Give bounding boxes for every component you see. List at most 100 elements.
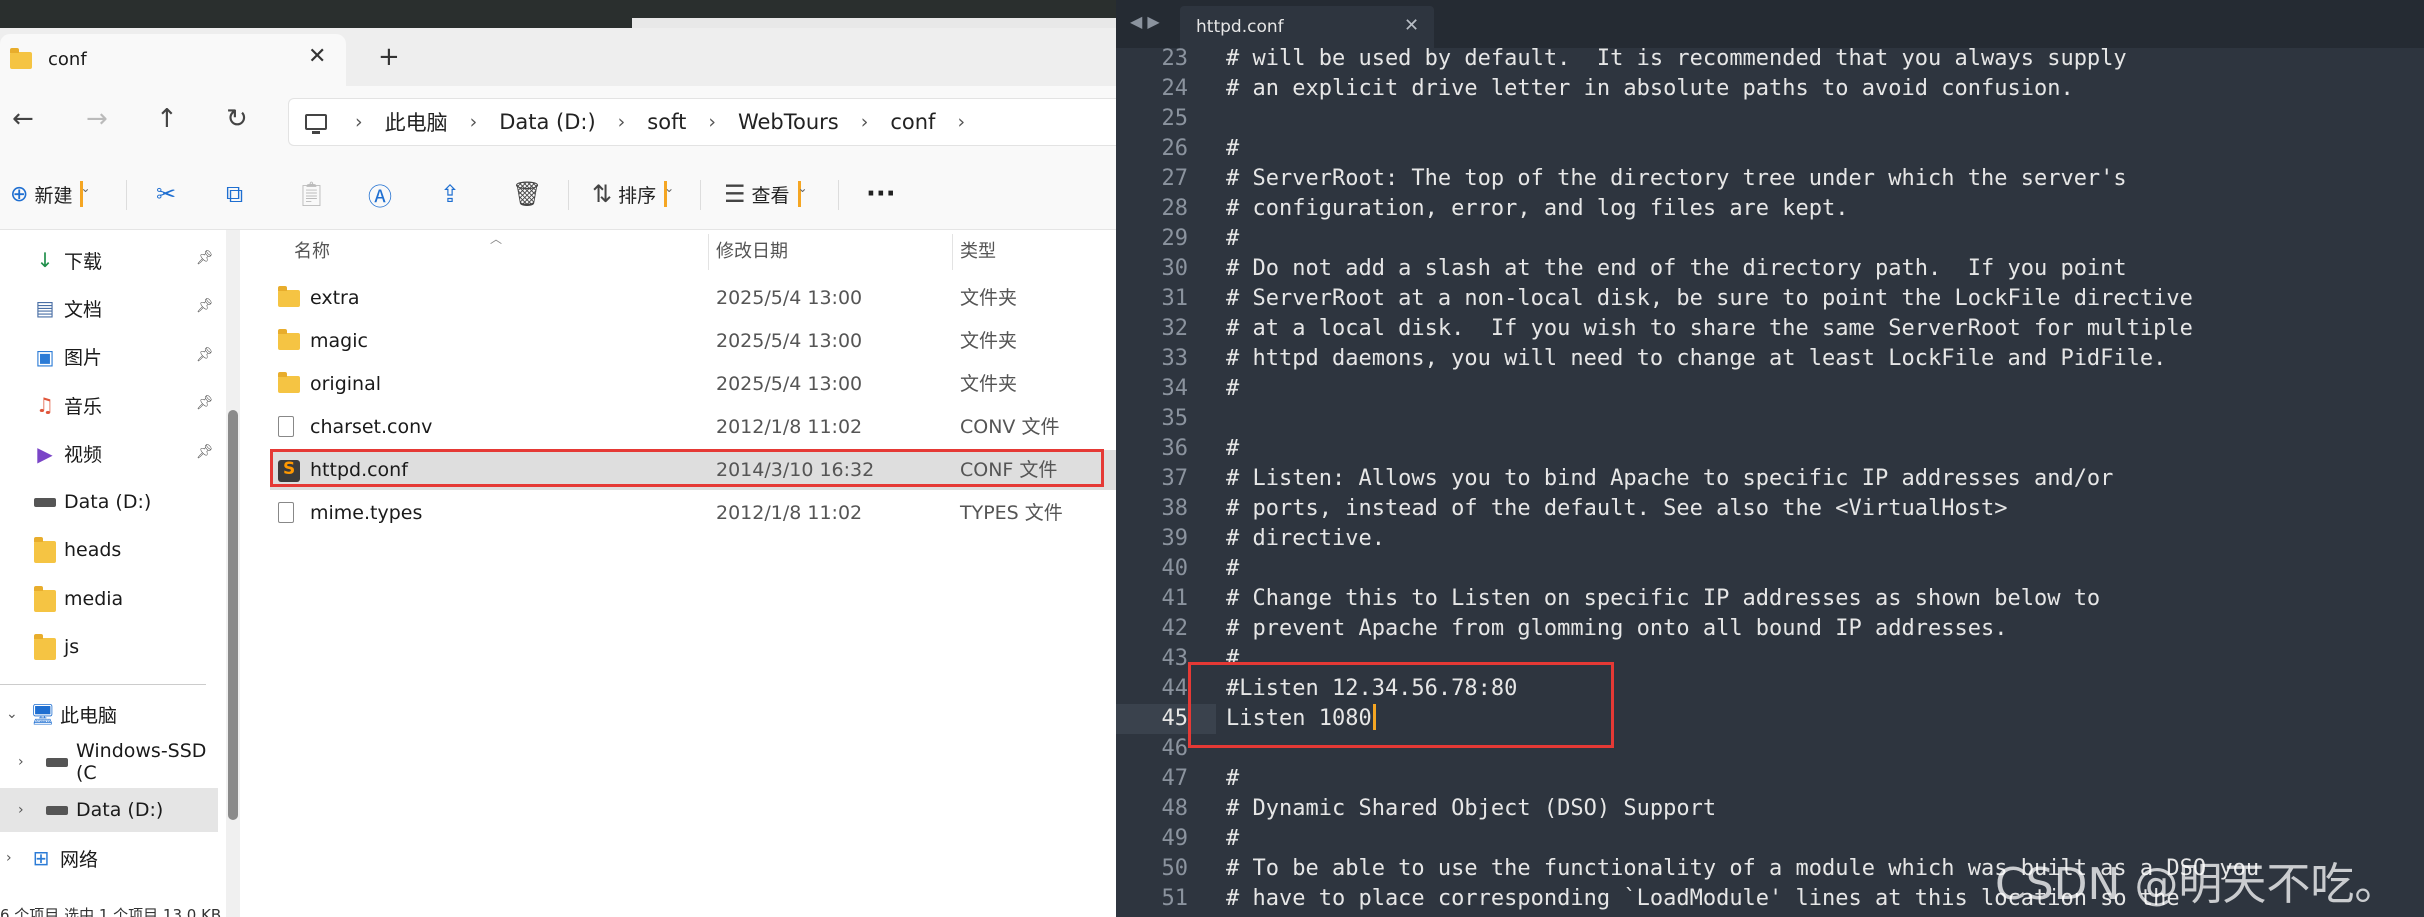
code-line[interactable]: # ports, instead of the default. See als… [1226, 494, 2007, 524]
chevron-right-icon[interactable]: › [18, 802, 24, 818]
back-arrow-icon[interactable]: ← [12, 104, 34, 134]
code-line[interactable]: # [1226, 374, 1239, 404]
code-line[interactable]: # httpd daemons, you will need to change… [1226, 344, 2166, 374]
share-button[interactable]: ⇪ [440, 176, 466, 212]
nav-item[interactable]: ▤ 文档 📌︎ [0, 286, 218, 330]
code-line[interactable]: # will be used by default. It is recomme… [1226, 44, 2127, 74]
file-row[interactable]: extra 2025/5/4 13:00 文件夹 [270, 278, 1116, 318]
chevron-down-icon[interactable]: ⌄ [6, 706, 18, 722]
up-arrow-icon[interactable]: ↑ [156, 104, 178, 134]
line-number: 51 [1161, 886, 1189, 911]
nav-item[interactable]: media [0, 577, 218, 621]
code-line[interactable]: # [1226, 434, 1239, 464]
delete-button[interactable]: 🗑︎ [512, 176, 548, 212]
breadcrumb-separator-icon[interactable]: › [470, 111, 478, 133]
more-options-icon[interactable]: ··· [866, 176, 896, 212]
code-line[interactable]: # ServerRoot at a non-local disk, be sur… [1226, 284, 2193, 314]
line-number: 40 [1161, 556, 1189, 581]
line-number: 23 [1161, 46, 1189, 71]
close-tab-icon[interactable]: ✕ [1404, 15, 1419, 36]
desktop-strip [0, 0, 1116, 28]
chevron-right-icon[interactable]: › [18, 754, 24, 770]
nav-item[interactable]: Data (D:) [0, 480, 218, 524]
tree-item[interactable]: ⌄ 🖥︎ 此电脑 [0, 692, 218, 736]
tree-item[interactable]: › Windows-SSD (C [0, 740, 218, 784]
plus-circle-icon: ⊕ [10, 181, 29, 207]
breadcrumb-separator-icon[interactable]: › [708, 111, 716, 133]
code-line[interactable]: # an explicit drive letter in absolute p… [1226, 74, 2074, 104]
nav-item[interactable]: heads [0, 528, 218, 572]
new-button[interactable]: ⊕ 新建 ⌄ [10, 176, 91, 212]
breadcrumb-separator-icon[interactable]: › [957, 111, 965, 133]
file-date: 2012/1/8 11:02 [716, 416, 863, 438]
rename-button[interactable]: Ⓐ [368, 176, 398, 212]
videos-icon: ▶ [37, 441, 53, 466]
breadcrumb-separator-icon[interactable]: › [355, 111, 363, 133]
code-line[interactable]: # directive. [1226, 524, 1385, 554]
close-tab-icon[interactable]: ✕ [308, 44, 326, 69]
column-header-name[interactable]: 名称 [294, 230, 330, 270]
tab-nav-arrows-icon[interactable]: ◀ ▶ [1130, 12, 1160, 31]
file-row[interactable]: magic 2025/5/4 13:00 文件夹 [270, 321, 1116, 361]
nav-item[interactable]: ▶ 视频 📌︎ [0, 432, 218, 476]
code-line[interactable]: # prevent Apache from glomming onto all … [1226, 614, 2007, 644]
breadcrumb-separator-icon[interactable]: › [618, 111, 626, 133]
new-tab-button[interactable]: + [378, 42, 400, 72]
column-header-date[interactable]: 修改日期 [716, 230, 788, 270]
line-number: 47 [1161, 766, 1189, 791]
file-row[interactable]: mime.types 2012/1/8 11:02 TYPES 文件 [270, 493, 1116, 533]
breadcrumb-separator-icon[interactable]: › [861, 111, 869, 133]
nav-scrollbar-thumb[interactable] [228, 410, 238, 820]
code-line[interactable]: # Change this to Listen on specific IP a… [1226, 584, 2100, 614]
column-header-type[interactable]: 类型 [960, 230, 996, 270]
breadcrumb-item[interactable]: WebTours [738, 110, 839, 134]
file-icon [278, 502, 294, 523]
line-number: 49 [1161, 826, 1189, 851]
code-line[interactable]: # Listen: Allows you to bind Apache to s… [1226, 464, 2113, 494]
tree-item-label: Data (D:) [76, 799, 164, 821]
file-date: 2012/1/8 11:02 [716, 502, 863, 524]
folder-icon [278, 329, 300, 350]
line-number: 43 [1161, 646, 1189, 671]
tree-item[interactable]: › Data (D:) [0, 788, 218, 832]
code-line[interactable]: # [1226, 824, 1239, 854]
file-row[interactable]: original 2025/5/4 13:00 文件夹 [270, 364, 1116, 404]
folder-icon [278, 372, 300, 393]
nav-item[interactable]: ♫ 音乐 📌︎ [0, 383, 218, 427]
code-line[interactable]: # ServerRoot: The top of the directory t… [1226, 164, 2127, 194]
chevron-right-icon[interactable]: › [6, 850, 12, 866]
code-line[interactable]: # [1226, 554, 1239, 584]
line-number: 34 [1161, 376, 1189, 401]
breadcrumb-item[interactable]: 此电脑 [385, 107, 448, 137]
explorer-tab-bar: conf ✕ + [0, 28, 1116, 86]
code-line[interactable]: # Do not add a slash at the end of the d… [1226, 254, 2127, 284]
code-line[interactable]: # [1226, 134, 1239, 164]
view-button[interactable]: ☰ 查看 ⌄ [724, 176, 808, 212]
code-line[interactable]: # [1226, 224, 1239, 254]
explorer-tab[interactable]: conf ✕ [0, 34, 346, 86]
forward-arrow-icon[interactable]: → [86, 104, 108, 134]
file-date: 2025/5/4 13:00 [716, 373, 863, 395]
breadcrumb-item[interactable]: conf [890, 110, 935, 134]
code-line[interactable]: # Dynamic Shared Object (DSO) Support [1226, 794, 1716, 824]
breadcrumb-item[interactable]: soft [647, 110, 686, 134]
file-row[interactable]: charset.conv 2012/1/8 11:02 CONV 文件 [270, 407, 1116, 447]
nav-item-label: media [64, 587, 124, 610]
nav-item[interactable]: ▣ 图片 📌︎ [0, 335, 218, 379]
breadcrumb-item[interactable]: Data (D:) [499, 110, 595, 134]
editor-tab[interactable]: httpd.conf ✕ [1180, 6, 1434, 48]
nav-item[interactable]: js [0, 625, 218, 669]
code-line[interactable]: # configuration, error, and log files ar… [1226, 194, 1849, 224]
code-line[interactable]: # at a local disk. If you wish to share … [1226, 314, 2193, 344]
sort-button[interactable]: ⇅ 排序 ⌄ [592, 176, 674, 212]
paste-button[interactable]: 📋︎ [296, 176, 332, 212]
tree-item[interactable]: › ⊞ 网络 [0, 836, 218, 880]
code-line[interactable]: # [1226, 764, 1239, 794]
cut-button[interactable]: ✂ [156, 176, 182, 212]
refresh-icon[interactable]: ↻ [226, 104, 248, 134]
nav-item[interactable]: ↓ 下载 📌︎ [0, 238, 218, 282]
line-number: 38 [1161, 496, 1189, 521]
address-bar[interactable]: › 此电脑 › Data (D:) › soft › WebTours › conf › [288, 98, 1116, 146]
copy-button[interactable]: ⧉ [226, 176, 249, 212]
new-label: 新建 [34, 184, 73, 207]
